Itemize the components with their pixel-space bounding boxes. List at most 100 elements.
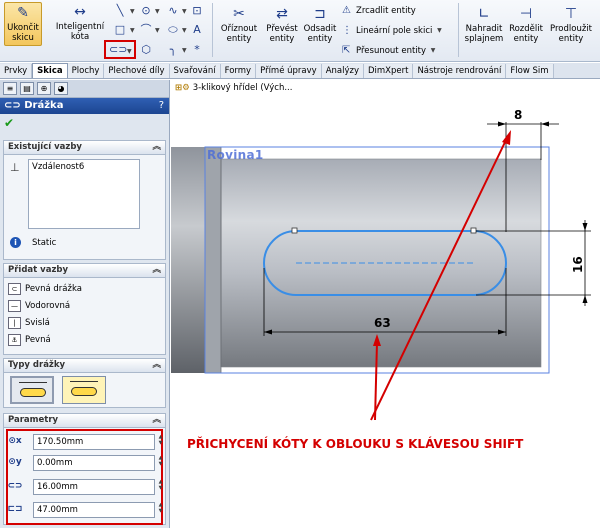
- center-x-input[interactable]: 170.50mm: [33, 434, 155, 450]
- tab-evaluate[interactable]: Analýzy: [321, 64, 364, 78]
- parameters-header[interactable]: Parametry ︽: [4, 414, 165, 428]
- extend-entities-button[interactable]: ⊤ Prodloužit entity: [548, 6, 594, 44]
- split-entities-button[interactable]: ⊣ Rozdělit entity: [506, 6, 546, 44]
- smart-tool-icon[interactable]: ⊡: [190, 4, 204, 18]
- property-manager-title: ⊂⊃ Drážka ?: [0, 98, 169, 114]
- line-tool-icon[interactable]: ╲: [113, 4, 127, 18]
- spinner-icon[interactable]: ▲ ▼: [157, 479, 164, 491]
- mirror-entities-button[interactable]: ⚠ Zrcadlit entity: [342, 5, 416, 16]
- existing-relations-list[interactable]: Vzdálenost6: [28, 159, 140, 229]
- tab-sketch[interactable]: Skica: [32, 63, 68, 78]
- spinner-icon[interactable]: ▲ ▼: [157, 502, 164, 514]
- ellipse-tool-icon[interactable]: ⬭: [166, 23, 180, 37]
- arrow-head: [502, 130, 511, 145]
- extend-icon: ⊤: [564, 6, 578, 22]
- trim-entities-button[interactable]: ✂ Oříznout entity: [216, 6, 262, 44]
- relation-horizontal[interactable]: — Vodorovná: [8, 299, 70, 314]
- dropdown-arrow-icon[interactable]: ▼: [155, 27, 160, 34]
- vertical-icon: |: [8, 316, 21, 329]
- slot-tool-icon[interactable]: ⊂⊃: [109, 43, 127, 57]
- center-y-input[interactable]: 0.00mm: [33, 455, 155, 471]
- dropdown-arrow-icon[interactable]: ▼: [437, 27, 442, 34]
- existing-relations-section: Existující vazby ︽ ⊥ Vzdálenost6 i Stati…: [3, 140, 166, 260]
- dim-arrow: [582, 223, 588, 231]
- tab-surfaces[interactable]: Plochy: [67, 64, 105, 78]
- tab-molds[interactable]: Formy: [220, 64, 257, 78]
- relation-fix[interactable]: ⚓ Pevná: [8, 333, 51, 348]
- straight-slot-icon: [20, 388, 46, 397]
- existing-relations-header[interactable]: Existující vazby ︽: [4, 141, 165, 155]
- spinner-icon[interactable]: ▲ ▼: [157, 434, 164, 446]
- ok-row: ✔: [0, 114, 169, 134]
- smart-dimension-button[interactable]: ↔ Inteligentní kóta: [52, 2, 108, 46]
- exit-sketch-button[interactable]: ✎ Ukončit skicu: [4, 2, 42, 46]
- dropdown-arrow-icon[interactable]: ▼: [130, 27, 135, 34]
- tab-direct-editing[interactable]: Přímé úpravy: [256, 64, 322, 78]
- collapse-icon[interactable]: ︽: [152, 414, 161, 427]
- dropdown-arrow-icon[interactable]: ▼: [127, 48, 132, 55]
- list-item[interactable]: Vzdálenost6: [32, 162, 136, 172]
- help-icon[interactable]: ?: [159, 98, 164, 114]
- spinner-icon[interactable]: ▲ ▼: [157, 455, 164, 467]
- tab-render-tools[interactable]: Nástroje rendrování: [413, 64, 507, 78]
- slot-point[interactable]: [470, 227, 477, 234]
- add-relations-header[interactable]: Přidat vazby ︽: [4, 264, 165, 278]
- collapse-icon[interactable]: ︽: [152, 359, 161, 372]
- dim-text-right[interactable]: 16: [571, 256, 585, 273]
- status-label: Static: [32, 238, 57, 248]
- feature-tree-breadcrumb[interactable]: ⊞⚙ 3-klikový hřídel (Vých...: [175, 83, 292, 93]
- tab-dimxpert[interactable]: DimXpert: [363, 64, 414, 78]
- offset-icon: ⊐: [314, 6, 326, 22]
- slot-dimension-line: [19, 382, 47, 383]
- point-tool-icon[interactable]: *: [190, 43, 204, 57]
- tab-features[interactable]: Prvky: [0, 64, 33, 78]
- relation-vertical[interactable]: | Svislá: [8, 316, 50, 331]
- polygon-tool-icon[interactable]: ⬡: [139, 43, 153, 57]
- slot-width-input[interactable]: 16.00mm: [33, 479, 155, 495]
- configuration-icon[interactable]: ⊕: [37, 82, 51, 95]
- dropdown-arrow-icon[interactable]: ▼: [182, 27, 187, 34]
- text-tool-icon[interactable]: A: [190, 23, 204, 37]
- split-icon: ⊣: [519, 6, 533, 22]
- straight-slot-type-button[interactable]: [10, 376, 54, 404]
- slot-length-input[interactable]: 47.00mm: [33, 502, 155, 518]
- dropdown-arrow-icon[interactable]: ▼: [431, 47, 436, 54]
- arc-tool-icon[interactable]: ⌒: [139, 23, 153, 37]
- slot-width-icon: ⊂⊃: [7, 481, 23, 491]
- rectangle-tool-icon[interactable]: □: [113, 23, 127, 37]
- relation-fix-slot[interactable]: ⊂ Pevná drážka: [8, 282, 82, 297]
- slot-types-header[interactable]: Typy drážky ︽: [4, 359, 165, 373]
- circle-tool-icon[interactable]: ⊙: [139, 4, 153, 18]
- linear-pattern-button[interactable]: ⋮ Lineární pole skici ▼: [342, 25, 442, 36]
- tab-weldments[interactable]: Svařování: [169, 64, 221, 78]
- dim-text-bottom[interactable]: 63: [374, 316, 391, 330]
- tab-flow-simulation[interactable]: Flow Sim: [506, 64, 554, 78]
- graphics-area[interactable]: 8 63 16 ⊞⚙ 3-klikový hřídel (Vých... Rov…: [171, 80, 600, 528]
- ribbon-separator: [212, 3, 213, 57]
- fillet-tool-icon[interactable]: ╮: [166, 43, 180, 57]
- dropdown-arrow-icon[interactable]: ▼: [155, 8, 160, 15]
- collapse-icon[interactable]: ︽: [152, 141, 161, 154]
- tab-sheet-metal[interactable]: Plechové díly: [104, 64, 170, 78]
- display-manager-icon[interactable]: ◕: [54, 82, 68, 95]
- slot-length-row: ⊏⊐ 47.00mm ▲ ▼: [7, 501, 165, 519]
- annotation-text: PŘICHYCENÍ KÓTY K OBLOUKU S KLÁVESOU SHI…: [187, 437, 524, 451]
- dim-text-top[interactable]: 8: [514, 108, 522, 122]
- ok-check-icon[interactable]: ✔: [4, 116, 14, 130]
- slot-types-section: Typy drážky ︽: [3, 358, 166, 408]
- feature-tree-icon[interactable]: ≡: [3, 82, 17, 95]
- move-entities-button[interactable]: ⇱ Přesunout entity ▼: [342, 45, 436, 56]
- move-icon: ⇱: [342, 45, 351, 56]
- collapse-icon[interactable]: ︽: [152, 264, 161, 277]
- replace-with-spline-button[interactable]: ∟ Nahradit splajnem: [462, 6, 506, 44]
- property-manager-icon[interactable]: ▤: [20, 82, 34, 95]
- dropdown-arrow-icon[interactable]: ▼: [182, 8, 187, 15]
- slot-point[interactable]: [291, 227, 298, 234]
- overall-slot-type-button[interactable]: [62, 376, 106, 404]
- spline-tool-icon[interactable]: ∿: [166, 4, 180, 18]
- offset-entities-button[interactable]: ⊐ Odsadit entity: [302, 6, 338, 44]
- convert-entities-button[interactable]: ⇄ Převést entity: [262, 6, 302, 44]
- dropdown-arrow-icon[interactable]: ▼: [182, 47, 187, 54]
- exit-sketch-icon: ✎: [17, 5, 29, 21]
- dropdown-arrow-icon[interactable]: ▼: [130, 8, 135, 15]
